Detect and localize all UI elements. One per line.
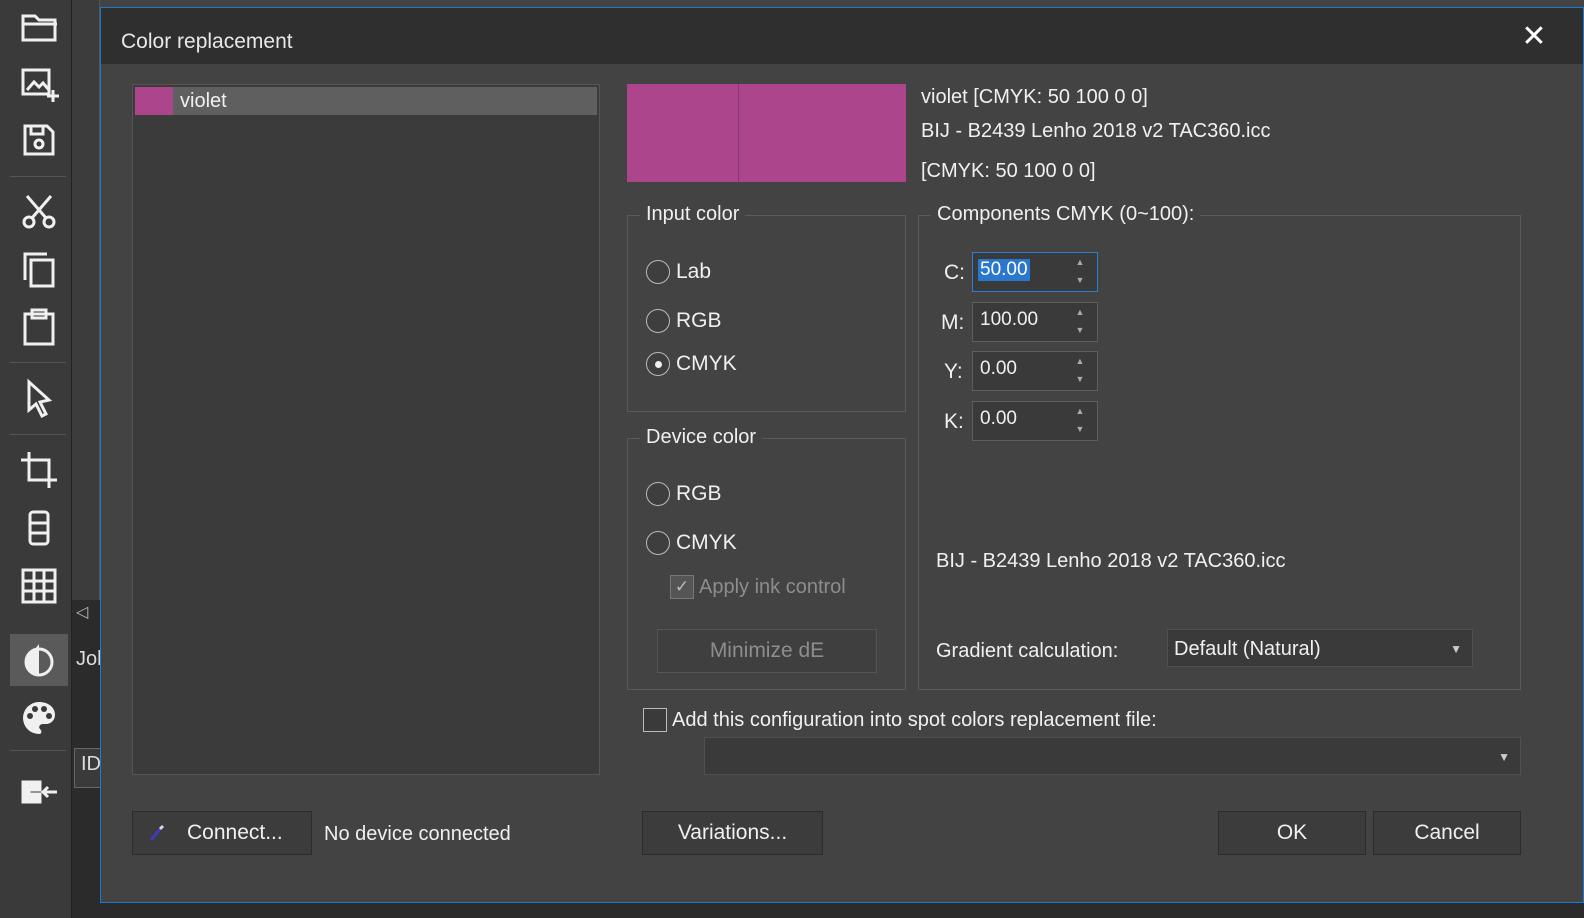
radio-circle[interactable] [646,309,670,333]
background-label: Jol [76,648,102,670]
variations-button[interactable]: Variations... [642,811,823,855]
y-value-input[interactable]: 0.00 ▲ ▼ [972,351,1098,391]
chevron-down-icon[interactable]: ▼ [1498,750,1510,764]
radio-label: CMYK [676,531,737,554]
vertical-ruler [72,0,100,600]
radio-device-cmyk[interactable]: CMYK [646,531,737,555]
tiles-icon[interactable] [10,502,68,554]
original-color-preview [627,84,739,182]
radio-circle[interactable] [646,482,670,506]
color-replacement-dialog: Color replacement ✕ violet violet [CMYK:… [100,7,1584,903]
gradient-selected-value: Default (Natural) [1174,638,1321,660]
m-value-input[interactable]: 100.00 ▲ ▼ [972,302,1098,342]
list-item[interactable]: violet [135,87,597,115]
radio-input-rgb[interactable]: RGB [646,309,722,333]
close-icon[interactable]: ✕ [1517,20,1551,54]
color-list[interactable]: violet [132,84,600,775]
add-image-icon[interactable] [10,58,68,110]
radio-input-cmyk[interactable]: CMYK [646,352,737,376]
color-swatch [135,87,173,115]
list-item-label: violet [180,90,227,112]
k-label: K: [944,410,964,433]
apply-ink-control-label: Apply ink control [699,576,846,598]
y-label: Y: [944,360,963,383]
input-color-title: Input color [640,203,746,226]
radio-label: RGB [676,482,722,505]
add-to-spot-file-checkbox[interactable] [643,708,667,732]
minimize-de-button[interactable]: Minimize dE [657,629,877,673]
c-value-text: 50.00 [978,259,1030,281]
spin-arrows[interactable]: ▲ ▼ [1063,303,1097,341]
open-folder-icon[interactable] [10,0,68,52]
connect-label: Connect... [187,821,283,844]
ok-button[interactable]: OK [1218,811,1366,855]
radio-device-rgb[interactable]: RGB [646,482,722,506]
spin-arrows[interactable]: ▲ ▼ [1063,402,1097,440]
add-to-spot-file-label: Add this configuration into spot colors … [672,709,1157,731]
profile-info: BIJ - B2439 Lenho 2018 v2 TAC360.icc [921,120,1271,142]
radio-input-lab[interactable]: Lab [646,260,711,284]
device-wand-icon [149,825,164,841]
select-pointer-icon[interactable] [10,372,68,424]
c-value-input[interactable]: 50.00 ▲ ▼ [972,252,1098,292]
spin-arrows[interactable]: ▲ ▼ [1063,253,1097,291]
app-toolbar [0,0,72,918]
apply-ink-control-checkbox[interactable]: ✓ [670,575,694,599]
device-color-group: Device color RGB CMYK ✓ Apply ink contro… [627,426,906,690]
device-status: No device connected [324,823,511,845]
color-name-info: violet [CMYK: 50 100 0 0] [921,86,1148,108]
crop-icon[interactable] [10,444,68,496]
connect-button[interactable]: Connect... [132,811,312,855]
k-value-text: 0.00 [980,408,1017,429]
dialog-titlebar: Color replacement ✕ [101,8,1583,64]
m-label: M: [941,311,965,334]
grid-icon[interactable] [10,560,68,612]
input-color-group: Input color Lab RGB CMYK [627,203,906,412]
radio-circle[interactable] [646,352,670,376]
radio-circle[interactable] [646,531,670,555]
y-value-text: 0.00 [980,358,1017,379]
k-value-input[interactable]: 0.00 ▲ ▼ [972,401,1098,441]
radio-circle[interactable] [646,260,670,284]
paste-icon[interactable] [10,300,68,352]
triangle-left-icon[interactable]: ◁ [76,602,88,622]
gradient-calculation-select[interactable]: Default (Natural) ▼ [1167,629,1473,667]
color-replacement-icon[interactable] [10,634,68,686]
color-values-info: [CMYK: 50 100 0 0] [921,160,1096,182]
gradient-calculation-label: Gradient calculation: [936,640,1119,662]
spin-arrows[interactable]: ▲ ▼ [1063,352,1097,390]
collapse-panel-icon[interactable] [10,766,68,818]
radio-label: Lab [676,260,712,283]
radio-label: RGB [676,309,722,332]
c-label: C: [944,261,965,284]
color-preview [627,84,906,182]
spot-file-select[interactable]: ▼ [704,737,1521,775]
device-color-title: Device color [640,426,763,449]
save-icon[interactable] [10,114,68,166]
m-value-text: 100.00 [980,309,1039,330]
chevron-down-icon[interactable]: ▼ [1450,642,1462,656]
palette-icon[interactable] [10,692,68,744]
components-profile: BIJ - B2439 Lenho 2018 v2 TAC360.icc [936,550,1286,572]
cut-icon[interactable] [10,186,68,238]
components-group: Components CMYK (0~100): C: 50.00 ▲ ▼ M: … [918,203,1521,690]
cancel-button[interactable]: Cancel [1373,811,1521,855]
radio-label: CMYK [676,352,737,375]
copy-icon[interactable] [10,244,68,296]
components-title: Components CMYK (0~100): [931,203,1201,226]
dialog-title: Color replacement [121,30,293,53]
